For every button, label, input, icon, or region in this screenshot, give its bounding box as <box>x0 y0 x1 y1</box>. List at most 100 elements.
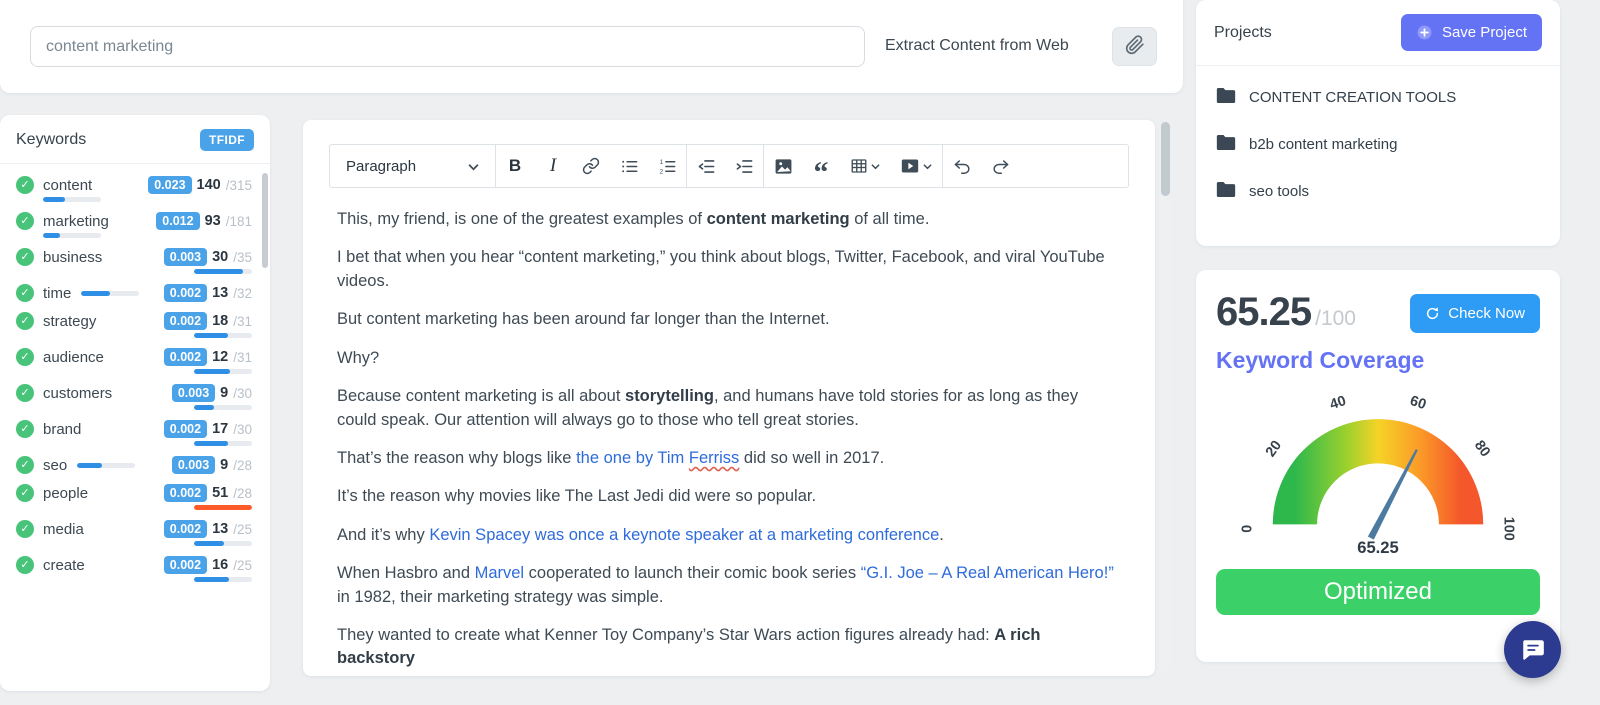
score-value-group: 65.25 /100 <box>1216 290 1356 335</box>
keyword-coverage-gauge: 0 20 40 60 80 100 65.25 <box>1240 393 1517 557</box>
keyword-row[interactable]: ✓ brand 0.002 17/30 <box>16 413 252 449</box>
keyword-total: /32 <box>233 285 252 301</box>
text-link[interactable]: Kevin Spacey was once a keynote speaker … <box>429 526 939 544</box>
extract-url-button[interactable] <box>1112 27 1157 66</box>
projects-header: Projects Save Project <box>1196 0 1560 66</box>
content-scrollbar-thumb[interactable] <box>1161 122 1170 196</box>
search-input[interactable] <box>30 26 865 67</box>
keyword-count: 30 <box>212 249 229 265</box>
keyword-row[interactable]: ✓ business 0.003 30/35 <box>16 241 252 277</box>
project-folder-list: CONTENT CREATION TOOLS b2b content market… <box>1196 66 1560 223</box>
editor-content[interactable]: This, my friend, is one of the greatest … <box>303 188 1155 671</box>
italic-icon: I <box>549 155 557 176</box>
keyword-term: people <box>43 484 89 502</box>
keyword-score-badge: 0.002 <box>163 556 208 574</box>
text-link[interactable]: “G.I. Joe – A Real American Hero!” <box>861 564 1114 582</box>
keyword-row[interactable]: ✓ seo 0.003 9/28 <box>16 449 252 477</box>
keyword-progress-bar <box>194 269 252 274</box>
gauge-tick-label: 100 <box>1500 517 1516 541</box>
keyword-row[interactable]: ✓ customers 0.003 9/30 <box>16 377 252 413</box>
keyword-metrics: 0.002 12/31 <box>163 348 252 366</box>
save-project-button[interactable]: Save Project <box>1400 14 1542 51</box>
keyword-progress-fill <box>77 462 102 468</box>
score-denominator: /100 <box>1315 307 1356 330</box>
indent-button[interactable] <box>725 145 763 187</box>
editor-paragraph: That’s the reason why blogs like the one… <box>337 447 1121 470</box>
plus-circle-icon <box>1417 25 1432 40</box>
keywords-scrollbar[interactable] <box>262 173 268 678</box>
redo-icon <box>993 159 1008 174</box>
refresh-icon <box>1427 307 1439 320</box>
editor-paragraph: And it’s why Kevin Spacey was once a key… <box>337 524 1121 547</box>
blockquote-button[interactable]: “ <box>802 145 840 189</box>
check-now-button[interactable]: Check Now <box>1410 294 1540 333</box>
italic-button[interactable]: I <box>534 145 572 187</box>
text-link[interactable]: Marvel <box>475 564 525 582</box>
indent-icon <box>736 159 752 173</box>
keyword-count: 13 <box>212 521 229 537</box>
text-link[interactable]: the one by Tim <box>576 449 689 467</box>
quote-icon: “ <box>813 156 829 189</box>
bold-button[interactable]: B <box>496 145 534 187</box>
keyword-row[interactable]: ✓ people 0.002 51/28 <box>16 477 252 513</box>
keyword-score-badge: 0.003 <box>163 248 208 266</box>
keyword-row[interactable]: ✓ content 0.023 140/315 <box>16 169 252 205</box>
keyword-row[interactable]: ✓ time 0.002 13/32 <box>16 277 252 305</box>
keyword-total: /30 <box>233 421 252 437</box>
undo-button[interactable] <box>943 145 981 187</box>
optimized-status-button[interactable]: Optimized <box>1216 569 1540 615</box>
chevron-down-icon <box>871 163 880 169</box>
keyword-progress-line <box>16 333 252 338</box>
keyword-row[interactable]: ✓ media 0.002 13/25 <box>16 513 252 549</box>
tfidf-badge[interactable]: TFIDF <box>200 129 254 151</box>
table-icon <box>851 159 867 173</box>
project-folder-item[interactable]: CONTENT CREATION TOOLS <box>1196 74 1560 121</box>
editor-paragraph: I bet that when you hear “content market… <box>337 246 1121 293</box>
keyword-row[interactable]: ✓ create 0.002 16/25 <box>16 549 252 585</box>
keywords-scrollbar-thumb[interactable] <box>262 173 268 268</box>
paragraph-format-dropdown[interactable]: Paragraph <box>330 145 496 187</box>
insert-image-button[interactable] <box>764 145 802 187</box>
keyword-progress-fill <box>194 441 228 446</box>
keyword-row[interactable]: ✓ strategy 0.002 18/31 <box>16 305 252 341</box>
keyword-term: content <box>43 176 93 194</box>
check-icon: ✓ <box>16 484 34 502</box>
chat-launcher-button[interactable] <box>1504 621 1561 678</box>
text-run: I bet that when you hear “content market… <box>337 248 1105 290</box>
keyword-progress-fill <box>194 505 252 510</box>
bullet-list-icon <box>621 160 637 172</box>
keyword-count: 9 <box>220 385 229 401</box>
outdent-button[interactable] <box>687 145 725 187</box>
keyword-total: /25 <box>233 521 252 537</box>
editor-paragraph: This, my friend, is one of the greatest … <box>337 208 1121 231</box>
keyword-row[interactable]: ✓ audience 0.002 12/31 <box>16 341 252 377</box>
text-run: They wanted to create what Kenner Toy Co… <box>337 626 995 645</box>
keyword-score-badge: 0.002 <box>163 420 208 438</box>
keyword-progress-fill <box>43 233 61 238</box>
keyword-progress-bar <box>194 369 252 374</box>
project-folder-item[interactable]: seo tools <box>1196 168 1560 215</box>
keyword-total: /30 <box>233 385 252 401</box>
text-run: But content marketing has been around fa… <box>337 310 830 329</box>
gauge-tick-label: 20 <box>1263 438 1285 460</box>
project-folder-item[interactable]: b2b content marketing <box>1196 121 1560 168</box>
keyword-metrics: 0.003 9/28 <box>171 456 252 474</box>
keyword-score-badge: 0.002 <box>163 484 208 502</box>
keyword-progress-line <box>16 405 252 410</box>
keyword-line: ✓ brand 0.002 17/30 <box>16 420 252 438</box>
link-button[interactable] <box>572 145 610 187</box>
content-scrollbar[interactable] <box>1161 122 1170 674</box>
keyword-total: /25 <box>233 557 252 573</box>
keyword-row[interactable]: ✓ marketing 0.012 93/181 <box>16 205 252 241</box>
keyword-progress-bar <box>194 405 252 410</box>
image-icon <box>775 158 791 174</box>
keyword-count: 18 <box>212 313 229 329</box>
redo-button[interactable] <box>981 145 1019 187</box>
numbered-list-button[interactable]: 1 2 <box>648 145 686 187</box>
bullet-list-button[interactable] <box>610 145 648 187</box>
insert-table-button[interactable] <box>840 145 890 187</box>
text-link[interactable]: Ferriss <box>689 449 739 467</box>
editor-paragraph: Because content marketing is all about s… <box>337 385 1121 432</box>
insert-media-button[interactable] <box>890 145 942 187</box>
keyword-progress-bar <box>194 333 252 338</box>
